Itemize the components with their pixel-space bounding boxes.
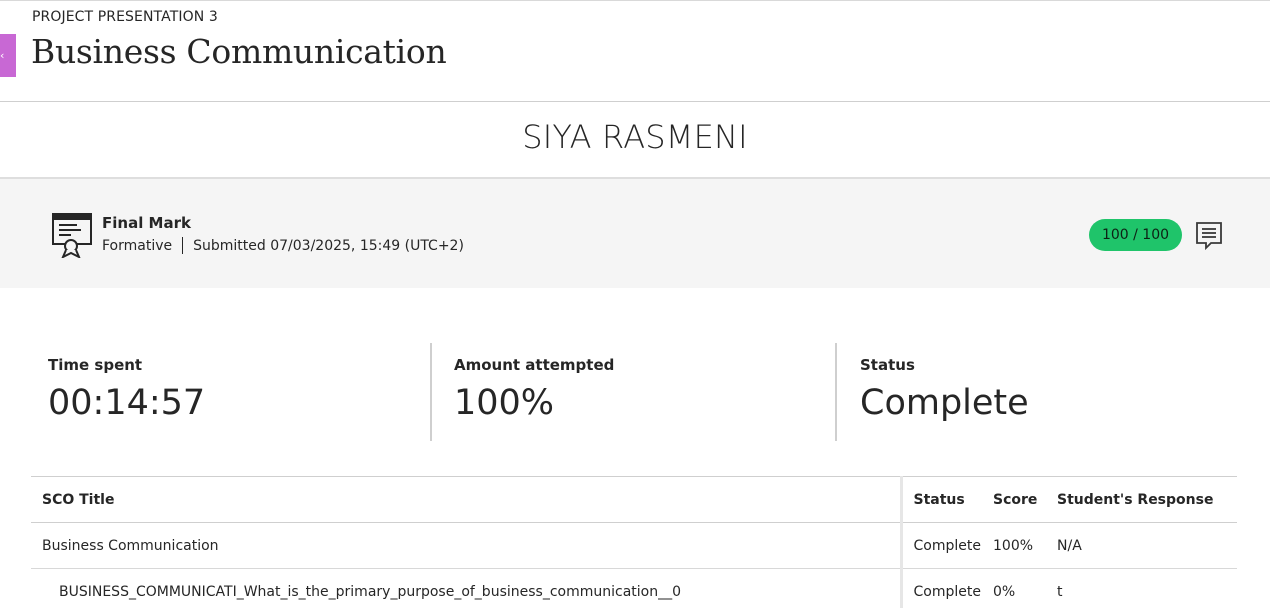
certificate-icon bbox=[52, 213, 92, 258]
sco-table: SCO Title Status Score Student's Respons… bbox=[31, 476, 1237, 608]
cell-score: 100% bbox=[993, 522, 1057, 569]
cell-response: t bbox=[1057, 568, 1237, 608]
cell-response: N/A bbox=[1057, 522, 1237, 569]
stat-status: Status Complete bbox=[860, 343, 1230, 441]
table-header-row: SCO Title Status Score Student's Respons… bbox=[31, 476, 1237, 523]
stat-amount-attempted: Amount attempted 100% bbox=[454, 343, 824, 441]
column-header-score: Score bbox=[993, 476, 1057, 523]
feedback-comment-icon[interactable] bbox=[1195, 221, 1223, 251]
column-header-response: Student's Response bbox=[1057, 476, 1237, 523]
stat-label: Status bbox=[860, 356, 915, 374]
cell-status: Complete bbox=[899, 568, 993, 608]
stat-divider bbox=[835, 343, 837, 441]
meta-separator bbox=[182, 237, 184, 254]
stat-value: 100% bbox=[454, 383, 555, 423]
collapse-panel-tab[interactable]: ‹ bbox=[0, 34, 16, 77]
column-header-status: Status bbox=[899, 476, 993, 523]
stat-value: 00:14:57 bbox=[48, 383, 206, 423]
final-mark-label: Final Mark bbox=[102, 214, 191, 232]
stat-divider bbox=[430, 343, 432, 441]
cell-score: 0% bbox=[993, 568, 1057, 608]
score-badge: 100 / 100 bbox=[1089, 219, 1182, 251]
top-border bbox=[0, 0, 1270, 1]
header-divider bbox=[0, 101, 1270, 102]
sco-table-container: SCO Title Status Score Student's Respons… bbox=[31, 476, 1237, 608]
page-title: Business Communication bbox=[31, 32, 447, 71]
student-name: SIYA RASMENI bbox=[522, 118, 748, 156]
column-header-sco-title: SCO Title bbox=[31, 476, 901, 523]
grade-type: Formative bbox=[102, 237, 173, 254]
stat-value: Complete bbox=[860, 383, 1029, 423]
submitted-timestamp: Submitted 07/03/2025, 15:49 (UTC+2) bbox=[193, 237, 464, 254]
grade-meta: Formative Submitted 07/03/2025, 15:49 (U… bbox=[102, 237, 464, 254]
table-row: Business Communication Complete 100% N/A bbox=[31, 522, 1237, 569]
cell-sco-title: BUSINESS_COMMUNICATI_What_is_the_primary… bbox=[31, 568, 901, 608]
stat-time-spent: Time spent 00:14:57 bbox=[48, 343, 418, 441]
table-row: BUSINESS_COMMUNICATI_What_is_the_primary… bbox=[31, 568, 1237, 608]
grade-summary-band bbox=[0, 177, 1270, 288]
stat-label: Time spent bbox=[48, 356, 143, 374]
page-eyebrow: PROJECT PRESENTATION 3 bbox=[32, 9, 218, 25]
cell-status: Complete bbox=[899, 522, 993, 569]
stat-label: Amount attempted bbox=[454, 356, 615, 374]
cell-sco-title: Business Communication bbox=[31, 522, 901, 569]
